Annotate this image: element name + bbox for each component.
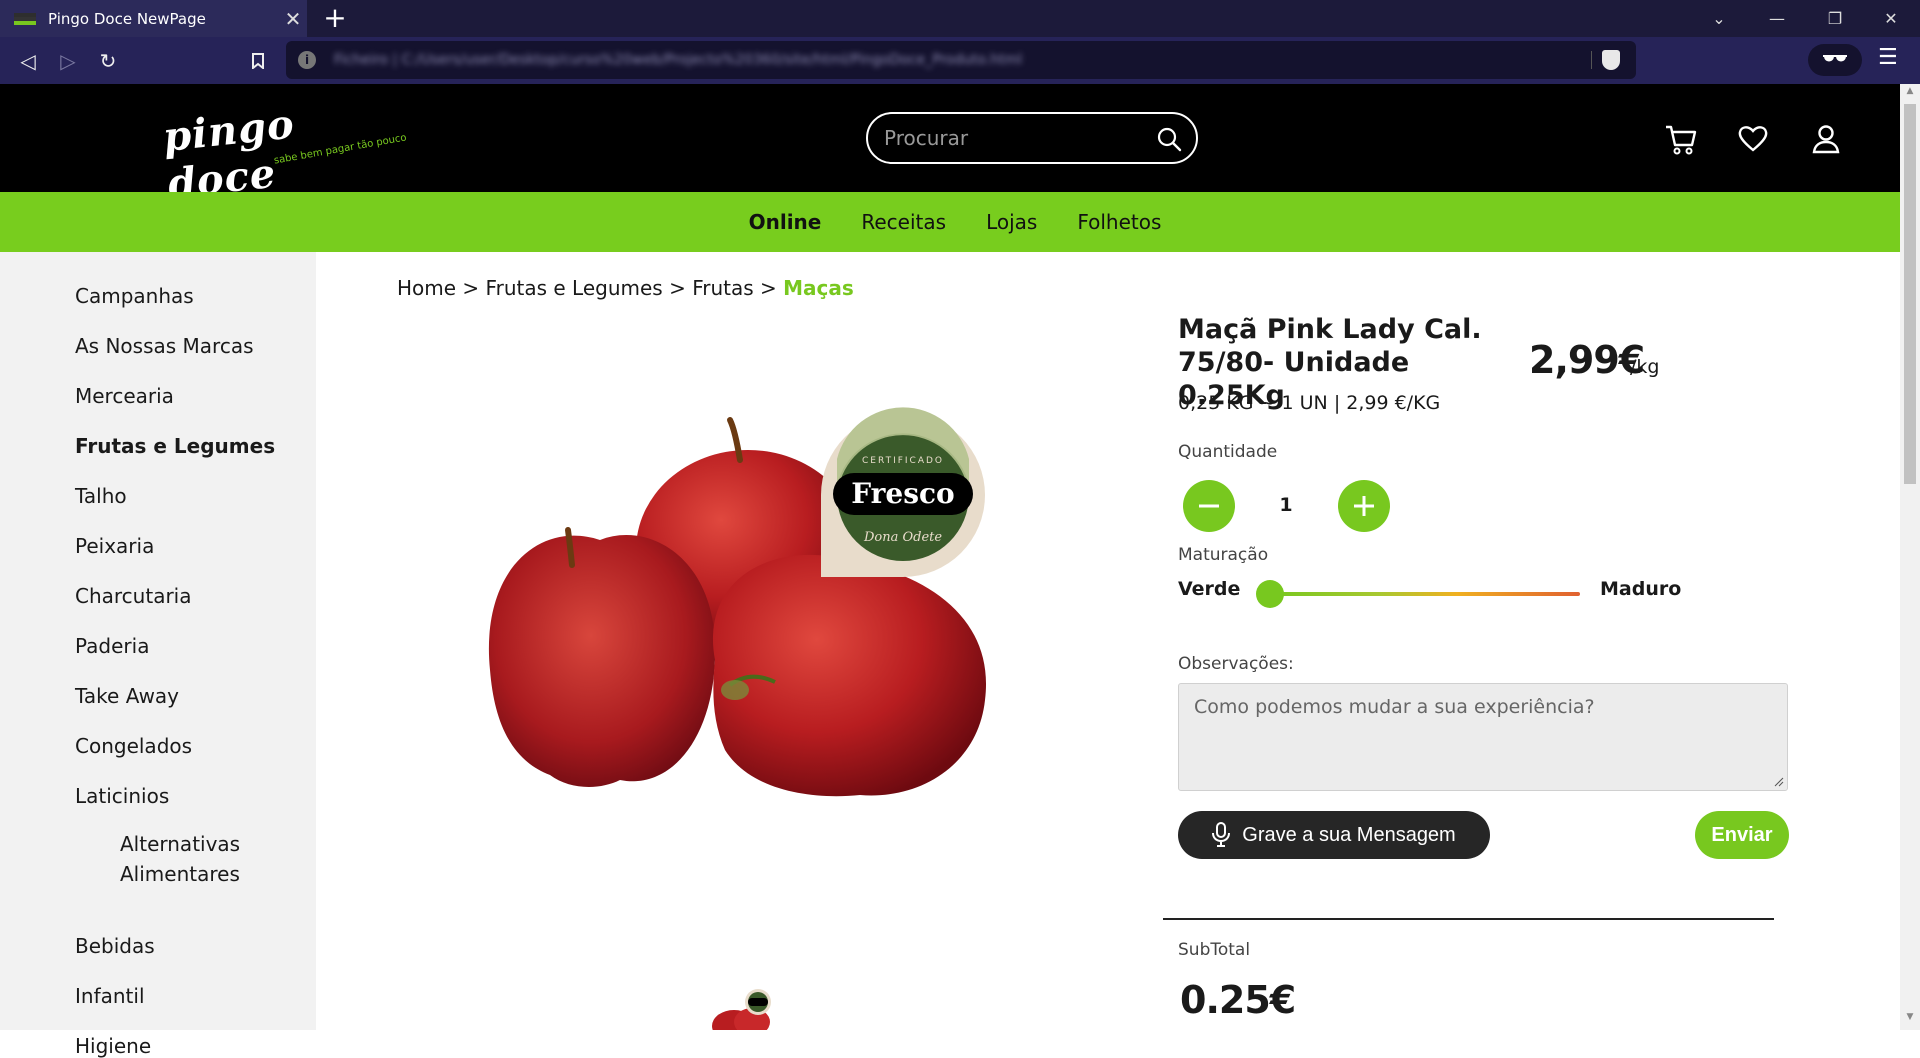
sidebar-item-talho[interactable]: Talho xyxy=(75,484,127,508)
observations-label: Observações: xyxy=(1178,654,1294,674)
breadcrumb-frutas[interactable]: Frutas xyxy=(692,276,753,300)
nav-receitas[interactable]: Receitas xyxy=(861,210,946,234)
site-header: pingo doce sabe bem pagar tão pouco xyxy=(0,84,1900,208)
scroll-up-icon[interactable]: ▲ xyxy=(1900,86,1920,102)
apple-right xyxy=(712,554,987,797)
sidebar-item-charcutaria[interactable]: Charcutaria xyxy=(75,584,191,608)
breadcrumb-frutas-legumes[interactable]: Frutas e Legumes xyxy=(486,276,663,300)
search-input[interactable] xyxy=(884,126,1154,150)
sidebar-item-alternativas-alimentares[interactable]: Alternativas Alimentares xyxy=(120,829,240,889)
quantity-value[interactable]: 1 xyxy=(1276,494,1296,516)
tab-title: Pingo Doce NewPage xyxy=(48,9,206,28)
bookmark-icon[interactable] xyxy=(242,45,274,77)
address-divider xyxy=(1591,51,1592,69)
nav-lojas[interactable]: Lojas xyxy=(986,210,1037,234)
cart-icon[interactable] xyxy=(1664,124,1698,156)
quantity-increase-button[interactable] xyxy=(1338,480,1390,532)
favicon-icon xyxy=(14,12,36,25)
scroll-down-icon[interactable]: ▼ xyxy=(1900,1012,1920,1028)
send-button[interactable]: Enviar xyxy=(1695,811,1789,859)
heart-icon[interactable] xyxy=(1738,124,1768,152)
quantity-label: Quantidade xyxy=(1178,442,1278,462)
sidebar-item-bebidas[interactable]: Bebidas xyxy=(75,934,155,958)
minimize-icon[interactable]: — xyxy=(1748,0,1806,37)
browser-menu-icon[interactable]: ☰ xyxy=(1878,45,1898,70)
subtotal-value: 0.25€ xyxy=(1180,978,1296,1022)
product-thumbnail[interactable] xyxy=(700,986,780,1030)
reader-glasses-icon[interactable] xyxy=(1808,44,1862,76)
forward-icon[interactable]: ▷ xyxy=(52,45,84,77)
product-price: 2,99€ xyxy=(1529,338,1645,382)
maturation-slider-track[interactable] xyxy=(1272,592,1580,596)
category-sidebar: Campanhas As Nossas Marcas Mercearia Fru… xyxy=(0,252,316,1058)
restore-icon[interactable]: ❐ xyxy=(1806,0,1864,37)
observations-field[interactable] xyxy=(1178,683,1788,791)
sidebar-item-mercearia[interactable]: Mercearia xyxy=(75,384,174,408)
sidebar-item-paderia[interactable]: Paderia xyxy=(75,634,149,658)
search-box xyxy=(866,112,1198,164)
record-message-label: Grave a sua Mensagem xyxy=(1242,823,1456,846)
maturation-max-label: Maduro xyxy=(1600,578,1682,600)
search-icon[interactable] xyxy=(1156,126,1182,152)
sidebar-item-laticinios[interactable]: Laticinios xyxy=(75,784,169,808)
maturation-slider-thumb[interactable] xyxy=(1256,580,1284,608)
product-image: Fresco CERTIFICADO Dona Odete xyxy=(488,407,987,797)
breadcrumb-separator: > xyxy=(669,276,686,300)
address-bar[interactable]: i Ficheiro | C:/Users/user/Desktop/curso… xyxy=(286,41,1636,79)
microphone-icon xyxy=(1212,822,1231,847)
breadcrumb-separator: > xyxy=(760,276,777,300)
badge-top-text: CERTIFICADO xyxy=(862,456,944,466)
sidebar-item-nossas-marcas[interactable]: As Nossas Marcas xyxy=(75,334,254,358)
nav-folhetos[interactable]: Folhetos xyxy=(1077,210,1161,234)
breadcrumb: Home > Frutas e Legumes > Frutas > Maças xyxy=(397,276,854,300)
subtotal-label: SubTotal xyxy=(1178,940,1251,960)
breadcrumb-separator: > xyxy=(462,276,480,300)
brave-shield-icon[interactable] xyxy=(1602,50,1620,70)
plus-icon xyxy=(1354,496,1374,516)
record-message-button[interactable]: Grave a sua Mensagem xyxy=(1178,811,1490,859)
sidebar-sub-line1: Alternativas xyxy=(120,832,241,856)
sidebar-item-campanhas[interactable]: Campanhas xyxy=(75,284,194,308)
address-url[interactable]: Ficheiro | C:/Users/user/Desktop/curso%2… xyxy=(334,52,1534,68)
reload-icon[interactable]: ↻ xyxy=(92,45,124,77)
sidebar-sub-line2: Alimentares xyxy=(120,862,240,886)
pingo-doce-logo[interactable]: pingo doce sabe bem pagar tão pouco xyxy=(161,100,408,207)
sidebar-item-take-away[interactable]: Take Away xyxy=(75,684,179,708)
sidebar-item-peixaria[interactable]: Peixaria xyxy=(75,534,154,558)
quantity-decrease-button[interactable] xyxy=(1183,480,1235,532)
fresco-badge: Fresco CERTIFICADO Dona Odete xyxy=(821,407,985,577)
product-price-unit: /kg xyxy=(1630,356,1660,378)
tab-close-icon[interactable]: ✕ xyxy=(279,7,307,31)
window-close-icon[interactable]: ✕ xyxy=(1862,0,1920,37)
product-detail: 0,25 KG ~ 1 UN | 2,99 €/KG xyxy=(1178,392,1441,414)
browser-navbar: ◁ ▷ ↻ i Ficheiro | C:/Users/user/Desktop… xyxy=(0,37,1920,84)
minus-icon xyxy=(1199,504,1219,508)
maturation-label: Maturação xyxy=(1178,545,1269,565)
sidebar-item-higiene[interactable]: Higiene xyxy=(75,1034,151,1058)
breadcrumb-current: Maças xyxy=(783,276,854,300)
main-nav: Online Receitas Lojas Folhetos xyxy=(0,192,1900,252)
tab-list-chevron-icon[interactable]: ⌄ xyxy=(1690,0,1748,37)
subtotal-divider xyxy=(1163,918,1774,920)
sidebar-item-frutas-legumes[interactable]: Frutas e Legumes xyxy=(75,434,275,458)
badge-main-text: Fresco xyxy=(851,477,954,510)
browser-tabbar: Pingo Doce NewPage ✕ + ⌄ — ❐ ✕ xyxy=(0,0,1920,37)
page-scrollbar[interactable]: ▲ ▼ xyxy=(1900,84,1920,1030)
sidebar-item-congelados[interactable]: Congelados xyxy=(75,734,192,758)
browser-tab[interactable]: Pingo Doce NewPage ✕ xyxy=(0,0,307,37)
back-icon[interactable]: ◁ xyxy=(12,45,44,77)
site-info-icon[interactable]: i xyxy=(298,51,316,69)
apple-left xyxy=(488,527,716,787)
nav-online[interactable]: Online xyxy=(749,210,822,234)
scrollbar-thumb[interactable] xyxy=(1904,104,1916,484)
breadcrumb-home[interactable]: Home xyxy=(397,276,456,300)
maturation-min-label: Verde xyxy=(1178,578,1241,600)
badge-bottom-text: Dona Odete xyxy=(863,530,942,545)
sidebar-item-infantil[interactable]: Infantil xyxy=(75,984,145,1008)
user-icon[interactable] xyxy=(1812,124,1840,154)
new-tab-button[interactable]: + xyxy=(320,2,350,34)
